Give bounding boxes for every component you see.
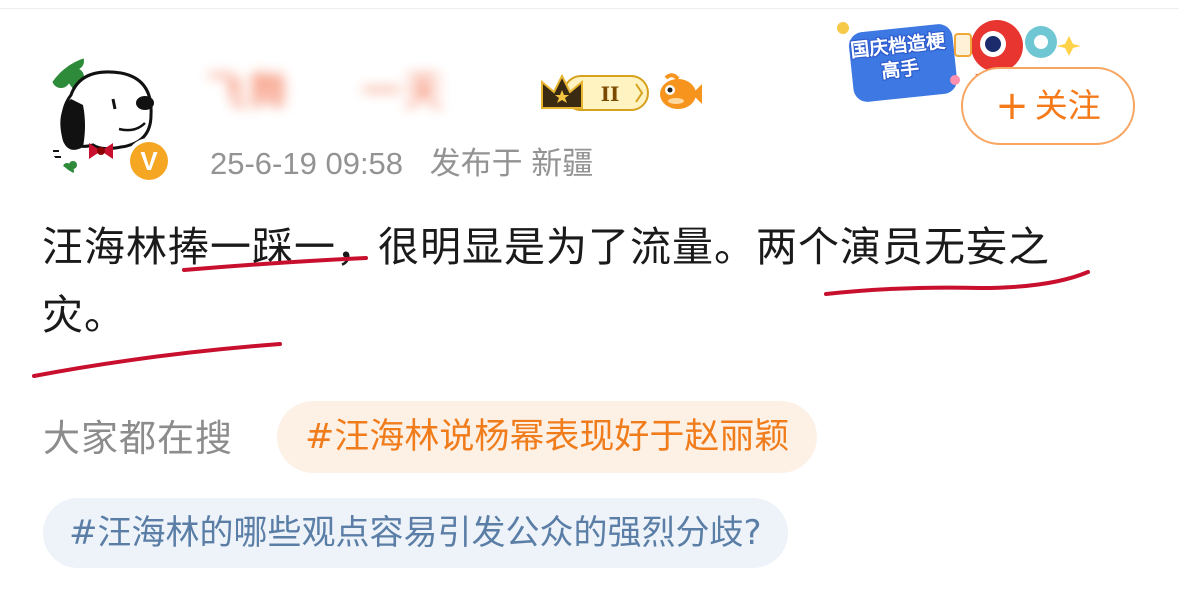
post-meta: 25-6-19 09:58 发布于 新疆: [210, 138, 593, 183]
hot-search-label: 大家都在搜: [43, 417, 233, 460]
plus-icon: +: [995, 83, 1029, 129]
post-text-part1: 汪海林捧一踩一，很明显是为了流量。: [42, 223, 756, 271]
crown-level-badge-icon: II: [541, 73, 649, 111]
fish-icon: [660, 73, 702, 109]
post-location: 发布于 新疆: [429, 146, 594, 181]
follow-label: 关注: [1034, 86, 1101, 125]
verified-mark: V: [140, 146, 158, 176]
level-badge-text: II: [601, 82, 620, 106]
post-time: 25-6-19 09:58: [210, 146, 404, 181]
hot-search-tag[interactable]: #汪海林说杨幂表现好于赵丽颖: [277, 401, 818, 473]
promo-sticker-text: 国庆档造梗高手: [849, 30, 947, 83]
hot-search-tag[interactable]: #汪海林的哪些观点容易引发公众的强烈分歧?: [43, 498, 788, 568]
follow-button[interactable]: + 关注: [961, 67, 1135, 145]
username[interactable]: 飞舞 一天: [206, 64, 445, 120]
post-content: 汪海林捧一踩一，很明显是为了流量。两个演员无妄之灾。: [42, 213, 1132, 349]
top-divider: [0, 8, 1179, 9]
verified-badge-icon: V: [126, 138, 172, 184]
